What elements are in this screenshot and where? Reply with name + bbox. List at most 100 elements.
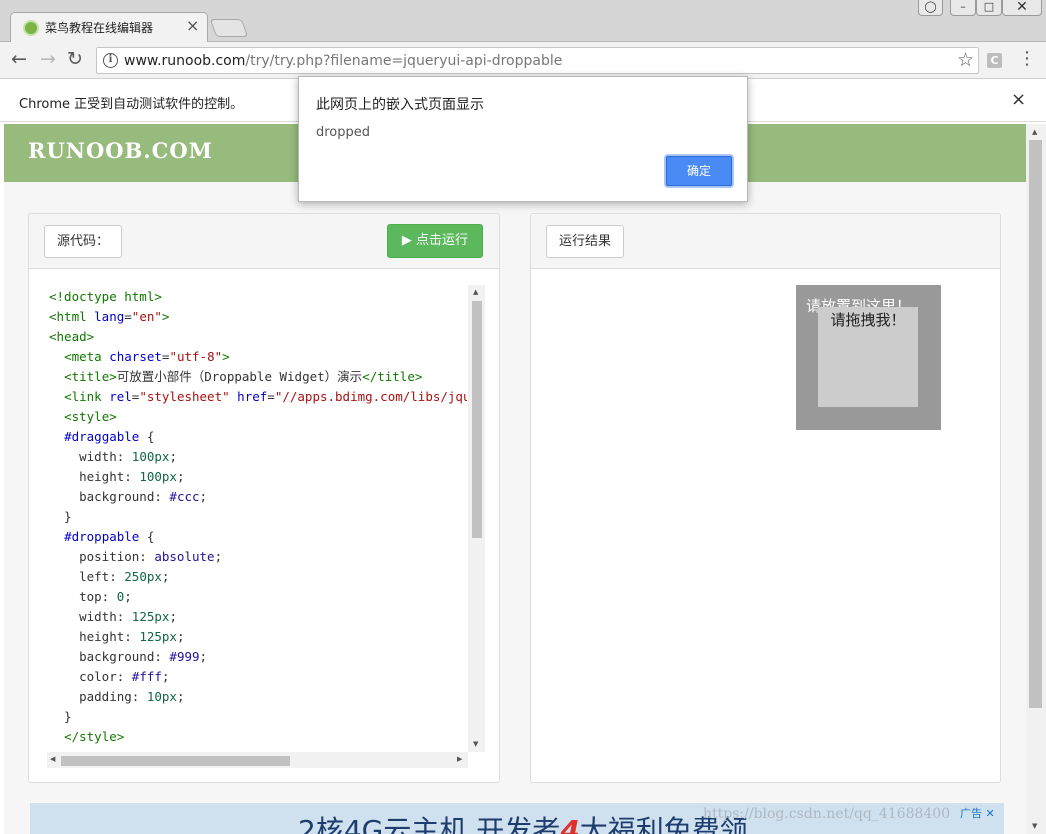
draggable-box[interactable]: 请拖拽我！ (818, 307, 918, 407)
code-line[interactable]: width: 125px; (49, 607, 467, 627)
code-line[interactable]: } (49, 707, 467, 727)
code-token: #fff (131, 669, 162, 684)
code-line[interactable]: left: 250px; (49, 567, 467, 587)
code-token: "utf-8" (169, 349, 223, 364)
address-bar[interactable]: i www.runoob.com/try/try.php?filename=jq… (96, 47, 979, 74)
source-panel: 源代码： ▶ 点击运行 <!doctype html> <html lang="e… (28, 213, 500, 783)
menu-dots-icon[interactable]: ⋮ (1018, 50, 1036, 68)
ad-badge[interactable]: 广告 ✕ (960, 805, 995, 821)
minimize-button[interactable]: – (950, 0, 976, 16)
run-button-label: 点击运行 (411, 233, 469, 248)
code-line[interactable]: <html lang="en"> (49, 307, 467, 327)
code-token: <!doctype html> (49, 289, 162, 304)
code-token: "//apps.bdimg.com/libs/jquery (274, 389, 467, 404)
page-scroll-up-icon[interactable]: ▲ (1032, 128, 1037, 136)
code-line[interactable]: padding: 10px; (49, 687, 467, 707)
page-scroll-down-icon[interactable]: ▼ (1032, 822, 1037, 830)
code-line[interactable]: } (49, 507, 467, 527)
code-token: 可放置小部件（Droppable Widget）演示 (116, 369, 363, 384)
page-scrollbar[interactable]: ▲ ▼ (1026, 124, 1046, 834)
maximize-button[interactable]: □ (976, 0, 1002, 16)
alert-ok-button[interactable]: 确定 (666, 156, 732, 186)
code-token: ; (199, 649, 208, 664)
tab-close-icon[interactable]: × (186, 16, 199, 35)
code-line[interactable]: top: 0; (49, 587, 467, 607)
code-vertical-scrollbar[interactable]: ▲ ▼ (468, 285, 485, 752)
code-token: height: (49, 629, 140, 644)
source-label-button[interactable]: 源代码： (44, 225, 123, 258)
new-tab-button[interactable] (209, 19, 249, 37)
code-token: ; (161, 669, 170, 684)
code-line[interactable]: background: #999; (49, 647, 467, 667)
code-token: ; (176, 629, 185, 644)
ad-text[interactable]: 2核4G云主机 开发者4大福利免费领 (298, 809, 748, 834)
ad-text-big: 4 (560, 814, 580, 834)
close-icon[interactable]: × (1011, 89, 1026, 110)
url-text[interactable]: www.runoob.com/try/try.php?filename=jque… (124, 53, 562, 69)
alert-title: 此网页上的嵌入式页面显示 (316, 97, 484, 113)
code-vertical-scroll-thumb[interactable] (472, 301, 482, 538)
arrow-right-icon[interactable]: → (40, 49, 56, 69)
code-token: <title> (64, 369, 117, 384)
code-token: "stylesheet" (139, 389, 230, 404)
code-token: = (124, 309, 132, 324)
run-button[interactable]: ▶ 点击运行 (387, 224, 483, 258)
reload-icon[interactable]: ↻ (67, 49, 83, 69)
source-panel-header: 源代码： ▶ 点击运行 (29, 214, 499, 269)
code-token: #ccc (169, 489, 200, 504)
code-token: { (139, 529, 155, 544)
code-horizontal-scrollbar[interactable]: ◀ ▶ (47, 752, 468, 768)
code-line[interactable]: height: 125px; (49, 627, 467, 647)
alert-dialog: 此网页上的嵌入式页面显示 dropped 确定 (298, 76, 748, 202)
code-token: <style> (64, 409, 117, 424)
scroll-right-icon[interactable]: ▶ (457, 755, 462, 763)
code-token: color: (49, 669, 132, 684)
code-token: ; (169, 609, 177, 624)
code-line[interactable]: <meta charset="utf-8"> (49, 347, 467, 367)
code-line[interactable]: </style> (49, 727, 467, 747)
code-token: #999 (169, 649, 200, 664)
code-text[interactable]: <!doctype html> <html lang="en"> <head> <m… (49, 287, 467, 747)
info-icon[interactable]: i (103, 53, 118, 68)
code-line[interactable]: height: 100px; (49, 467, 467, 487)
code-token: absolute (154, 549, 215, 564)
browser-tab[interactable]: 菜鸟教程在线编辑器 × (10, 12, 208, 43)
code-horizontal-scroll-thumb[interactable] (61, 756, 290, 766)
url-domain: www.runoob.com (124, 53, 246, 69)
code-editor[interactable]: <!doctype html> <html lang="en"> <head> <m… (47, 285, 485, 768)
code-line[interactable]: <style> (49, 407, 467, 427)
extension-icon[interactable]: C (987, 53, 1002, 68)
tab-title: 菜鸟教程在线编辑器 (45, 21, 154, 35)
code-token: </style> (64, 729, 125, 744)
star-icon[interactable]: ☆ (957, 49, 974, 71)
code-line[interactable]: color: #fff; (49, 667, 467, 687)
scroll-left-icon[interactable]: ◀ (50, 755, 55, 763)
code-token: ; (176, 469, 185, 484)
code-token: { (139, 429, 155, 444)
code-token: background: (49, 489, 170, 504)
code-token: ; (169, 449, 177, 464)
code-line[interactable]: position: absolute; (49, 547, 467, 567)
code-line[interactable]: <title>可放置小部件（Droppable Widget）演示</title… (49, 367, 467, 387)
arrow-left-icon[interactable]: ← (11, 49, 27, 69)
code-line[interactable]: #droppable { (49, 527, 467, 547)
code-line[interactable]: width: 100px; (49, 447, 467, 467)
site-logo[interactable]: RUNOOB.COM (28, 138, 213, 163)
code-line[interactable]: <head> (49, 327, 467, 347)
page-scroll-thumb[interactable] (1029, 140, 1042, 708)
scroll-down-icon[interactable]: ▼ (473, 740, 478, 748)
window-close-button[interactable]: ✕ (1002, 0, 1042, 16)
code-line[interactable]: <!doctype html> (49, 287, 467, 307)
code-token: 100px (131, 449, 170, 464)
ad-text-prefix: 2核4G云主机 开发者 (298, 814, 561, 834)
code-line[interactable]: #draggable { (49, 427, 467, 447)
code-line[interactable]: <link rel="stylesheet" href="//apps.bdim… (49, 387, 467, 407)
scroll-up-icon[interactable]: ▲ (473, 288, 478, 296)
profile-icon[interactable]: ◯ (918, 0, 943, 16)
result-label-button[interactable]: 运行结果 (546, 225, 625, 258)
code-line[interactable]: background: #ccc; (49, 487, 467, 507)
